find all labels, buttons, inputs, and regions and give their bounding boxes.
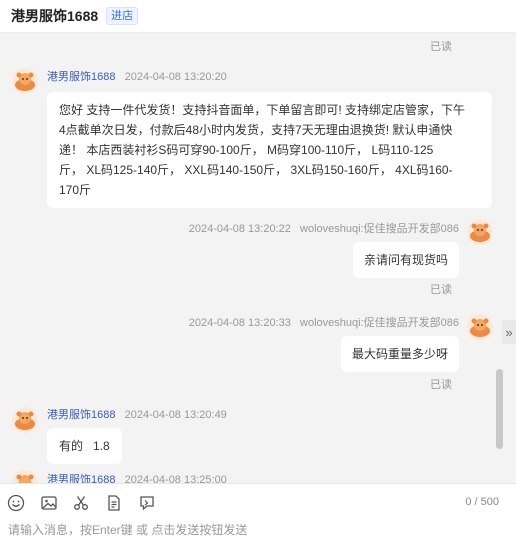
message-line: 170斤	[59, 183, 92, 197]
message-input-area[interactable]	[0, 521, 516, 542]
read-status: 已读	[430, 284, 452, 296]
quick-reply-button[interactable]	[137, 493, 157, 513]
scrollbar-thumb[interactable]	[496, 369, 503, 449]
collapse-panel-button[interactable]: »	[502, 320, 516, 344]
file-icon	[108, 495, 120, 511]
message-bubble-incoming: 有的 1.8	[47, 428, 122, 464]
avatar-icon	[467, 219, 493, 245]
message-meta: 2024-04-08 13:20:22 woloveshuqi:促佳搜品开发部0…	[189, 220, 459, 236]
shop-name: 港男服饰1688	[11, 8, 99, 24]
read-status: 已读	[430, 41, 452, 53]
sender-name: woloveshuqi:促佳搜品开发部086	[300, 317, 459, 329]
sender-name: woloveshuqi:促佳搜品开发部086	[300, 223, 459, 235]
avatar-icon	[12, 407, 38, 433]
message-line: 斤， XL码125-140斤， XXL码140-150斤， 3XL码150-16…	[59, 163, 453, 177]
message-line: 您好 支持一件代发货！支持抖音面单，下单留言即可! 支持绑定店管家，下午	[59, 103, 466, 117]
message-list[interactable]: 已读 港男服饰1688 2024-04-08 13:20:20 您好 支持一件代…	[0, 33, 516, 483]
file-button[interactable]	[104, 493, 124, 513]
message-meta: 港男服饰1688 2024-04-08 13:25:00	[47, 471, 227, 483]
shop-avatar	[12, 470, 38, 483]
message-bubble-incoming: 您好 支持一件代发货！支持抖音面单，下单留言即可! 支持绑定店管家，下午 4点截…	[47, 92, 492, 208]
message-line: 4点截单次日发，付款后48小时内发货，支持7天无理由退换货! 默认申通快	[59, 123, 453, 137]
avatar-icon	[467, 314, 493, 340]
sender-name: 港男服饰1688	[47, 71, 116, 83]
emoji-button[interactable]	[6, 493, 26, 513]
message-time: 2024-04-08 13:20:33	[188, 317, 291, 329]
message-time: 2024-04-08 13:20:49	[124, 409, 227, 421]
message-meta: 2024-04-08 13:20:33 woloveshuqi:促佳搜品开发部0…	[189, 314, 459, 330]
image-button[interactable]	[39, 493, 59, 513]
char-counter: 0 / 500	[465, 496, 499, 508]
emoji-icon	[7, 494, 25, 512]
read-status: 已读	[430, 379, 452, 391]
image-icon	[41, 496, 57, 510]
message-line: 递！ 本店西装衬衫S码可穿90-100斤， M码穿100-110斤， L码110…	[59, 143, 434, 157]
input-toolbar: 0 / 500	[0, 483, 516, 521]
message-time: 2024-04-08 13:25:00	[124, 474, 227, 483]
sender-name: 港男服饰1688	[47, 409, 116, 421]
message-bubble-outgoing: 最大码重量多少呀	[340, 336, 459, 372]
screenshot-button[interactable]	[71, 493, 91, 513]
message-meta: 港男服饰1688 2024-04-08 13:20:49	[47, 406, 227, 422]
message-meta: 港男服饰1688 2024-04-08 13:20:20	[47, 68, 227, 84]
message-bubble-outgoing: 亲请问有现货吗	[352, 242, 459, 278]
user-avatar	[467, 219, 493, 245]
avatar-icon	[12, 68, 38, 94]
sender-name: 港男服饰1688	[47, 474, 116, 483]
shop-avatar	[12, 407, 38, 433]
message-input[interactable]	[8, 521, 508, 539]
shop-avatar	[12, 68, 38, 94]
enter-shop-button[interactable]: 进店	[106, 7, 139, 25]
avatar-icon	[12, 470, 38, 483]
double-chevron-right-icon: »	[505, 324, 513, 340]
chat-header: 港男服饰1688 进店	[0, 0, 516, 33]
quick-reply-icon	[140, 496, 154, 511]
scissors-icon	[74, 496, 88, 510]
message-time: 2024-04-08 13:20:20	[124, 71, 227, 83]
message-time: 2024-04-08 13:20:22	[188, 223, 291, 235]
user-avatar	[467, 314, 493, 340]
